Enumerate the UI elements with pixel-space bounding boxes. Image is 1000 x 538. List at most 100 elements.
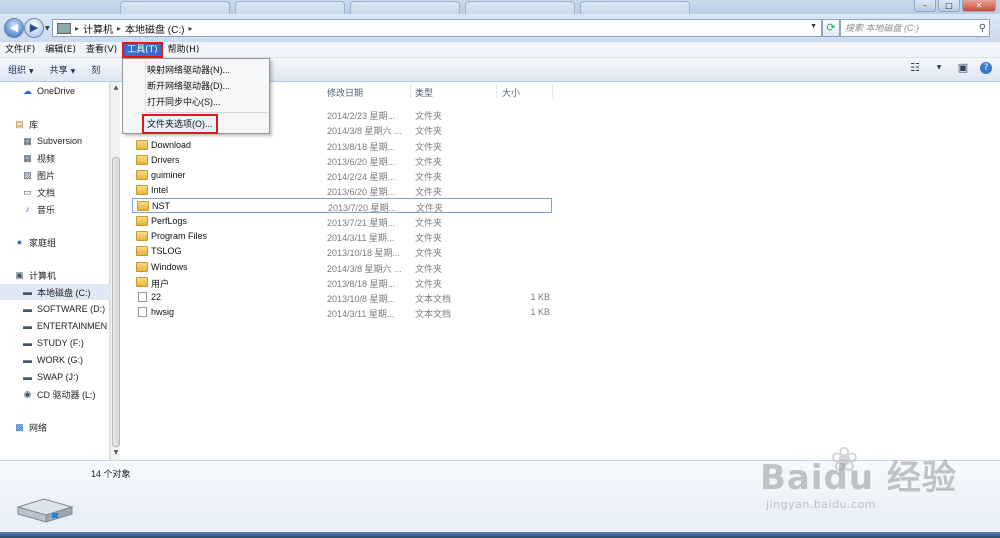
share-button[interactable]: 共享 ▼ bbox=[42, 63, 84, 76]
nav-item-label: Subversion bbox=[37, 136, 83, 146]
browser-tab[interactable] bbox=[580, 1, 690, 14]
address-history-chevron-icon[interactable]: ▼ bbox=[810, 23, 817, 30]
nav-item-label: STUDY (F:) bbox=[37, 338, 84, 348]
table-row[interactable]: 22 2013/10/8 星期... 文本文档 1 KB bbox=[132, 290, 552, 305]
column-divider[interactable] bbox=[410, 84, 411, 98]
nav-item-computer[interactable]: ▣ 计算机 bbox=[14, 267, 110, 283]
document-icon: ▭ bbox=[23, 187, 32, 197]
preview-pane-icon[interactable]: ▣ bbox=[956, 62, 970, 74]
nav-item-label: 文档 bbox=[37, 187, 56, 198]
nav-scrollbar[interactable]: ▲ ▼ bbox=[110, 82, 120, 460]
breadcrumb-separator-icon[interactable]: ▸ bbox=[75, 24, 79, 33]
menu-item-folder-options[interactable]: 文件夹选项(O)... bbox=[142, 114, 218, 134]
nav-item-network[interactable]: ▩ 网络 bbox=[14, 419, 110, 435]
column-divider[interactable] bbox=[552, 84, 553, 98]
minimize-button[interactable]: – bbox=[914, 0, 936, 12]
cloud-icon: ☁ bbox=[23, 86, 32, 96]
library-icon: ▤ bbox=[15, 119, 24, 129]
file-name: TSLOG bbox=[151, 246, 182, 256]
drive-icon: ▬ bbox=[23, 338, 32, 348]
column-header-size[interactable]: 大小 bbox=[502, 86, 520, 99]
file-date: 2013/10/18 星期... bbox=[327, 248, 401, 258]
help-icon[interactable]: ? bbox=[980, 62, 992, 74]
scroll-up-icon[interactable]: ▲ bbox=[112, 84, 120, 92]
taskbar bbox=[0, 532, 1000, 538]
drive-icon: ▬ bbox=[23, 355, 32, 365]
table-row[interactable]: hwsig 2014/3/11 星期... 文本文档 1 KB bbox=[132, 305, 552, 320]
table-row[interactable]: Drivers 2013/6/20 星期... 文件夹 bbox=[132, 153, 552, 168]
menu-item-map-network-drive[interactable]: 映射网络驱动器(N)... bbox=[147, 62, 230, 78]
view-options-chevron-icon[interactable]: ▼ bbox=[932, 62, 946, 74]
nav-item-drive-e[interactable]: ▬ ENTERTAINMEN bbox=[22, 318, 110, 334]
menu-file[interactable]: 文件(F) bbox=[0, 42, 40, 58]
folder-icon bbox=[136, 140, 148, 150]
refresh-button[interactable]: ⟳ bbox=[822, 19, 840, 37]
table-row[interactable]: PerfLogs 2013/7/21 星期... 文件夹 bbox=[132, 214, 552, 229]
table-row[interactable]: Program Files 2014/3/11 星期... 文件夹 bbox=[132, 229, 552, 244]
file-type: 文件夹 bbox=[415, 111, 443, 121]
nav-item-drive-c[interactable]: ▬ 本地磁盘 (C:) bbox=[0, 284, 110, 300]
menu-item-disconnect-network-drive[interactable]: 断开网络驱动器(D)... bbox=[147, 78, 230, 94]
nav-item-label: SOFTWARE (D:) bbox=[37, 304, 106, 314]
music-icon: ♪ bbox=[25, 204, 30, 214]
nav-item-libraries[interactable]: ▤ 库 bbox=[14, 116, 110, 132]
back-button[interactable]: ◀ bbox=[4, 18, 24, 38]
organize-button[interactable]: 组织 ▼ bbox=[0, 63, 42, 76]
details-pane: 14 个对象 bbox=[0, 460, 1000, 532]
close-button[interactable]: ✕ bbox=[962, 0, 996, 12]
nav-item-pictures[interactable]: ▨ 图片 bbox=[22, 167, 110, 183]
browser-tab[interactable] bbox=[350, 1, 460, 14]
nav-item-documents[interactable]: ▭ 文档 bbox=[22, 184, 110, 200]
nav-item-label: WORK (G:) bbox=[37, 355, 83, 365]
nav-item-videos[interactable]: ▦ 视频 bbox=[22, 150, 110, 166]
browser-tab-strip: – □ ✕ bbox=[0, 0, 1000, 14]
maximize-button[interactable]: □ bbox=[938, 0, 960, 12]
browser-tab[interactable] bbox=[465, 1, 575, 14]
menu-item-open-sync-center[interactable]: 打开同步中心(S)... bbox=[147, 94, 221, 110]
search-input[interactable]: 搜索 本地磁盘 (C:) ⚲ bbox=[840, 19, 990, 37]
folder-icon bbox=[136, 262, 148, 272]
breadcrumb-separator-icon[interactable]: ▸ bbox=[117, 24, 121, 33]
menu-view[interactable]: 查看(V) bbox=[81, 42, 122, 58]
column-divider[interactable] bbox=[496, 84, 497, 98]
nav-item-drive-f[interactable]: ▬ STUDY (F:) bbox=[22, 335, 110, 351]
nav-item-drive-l[interactable]: ◉ CD 驱动器 (L:) bbox=[22, 386, 110, 402]
change-view-icon[interactable]: ☷ bbox=[908, 62, 922, 74]
nav-item-music[interactable]: ♪ 音乐 bbox=[22, 201, 110, 217]
table-row[interactable]: Download 2013/8/18 星期... 文件夹 bbox=[132, 138, 552, 153]
scroll-down-icon[interactable]: ▼ bbox=[112, 449, 120, 457]
search-icon[interactable]: ⚲ bbox=[979, 21, 986, 37]
folder-icon bbox=[136, 246, 148, 256]
breadcrumb-separator-icon[interactable]: ▸ bbox=[188, 24, 192, 33]
computer-icon bbox=[57, 22, 71, 34]
table-row[interactable]: TSLOG 2013/10/18 星期... 文件夹 bbox=[132, 244, 552, 259]
table-row[interactable]: Windows 2014/3/8 星期六 ... 文件夹 bbox=[132, 260, 552, 275]
burn-button[interactable]: 刻 bbox=[83, 63, 108, 76]
recent-pages-chevron-icon[interactable]: ▼ bbox=[45, 25, 50, 32]
nav-item-onedrive[interactable]: ☁ OneDrive bbox=[22, 83, 110, 99]
burn-label: 刻 bbox=[91, 66, 101, 76]
table-row[interactable]: NST 2013/7/20 星期... 文件夹 bbox=[132, 198, 552, 213]
column-header-type[interactable]: 类型 bbox=[415, 86, 433, 99]
menu-edit[interactable]: 编辑(E) bbox=[40, 42, 81, 58]
menu-help[interactable]: 帮助(H) bbox=[163, 42, 205, 58]
breadcrumb-drive-c[interactable]: 本地磁盘 (C:) bbox=[125, 21, 184, 36]
menu-tools[interactable]: 工具(T) bbox=[122, 41, 163, 58]
forward-button[interactable]: ▶ bbox=[24, 18, 44, 38]
nav-item-subversion[interactable]: ▦ Subversion bbox=[22, 133, 110, 149]
nav-item-drive-g[interactable]: ▬ WORK (G:) bbox=[22, 352, 110, 368]
breadcrumb[interactable]: ▸ 计算机 ▸ 本地磁盘 (C:) ▸ ▼ bbox=[52, 19, 822, 37]
nav-item-drive-d[interactable]: ▬ SOFTWARE (D:) bbox=[22, 301, 110, 317]
browser-tab[interactable] bbox=[120, 1, 230, 14]
breadcrumb-computer[interactable]: 计算机 bbox=[83, 21, 113, 36]
table-row[interactable]: 用户 2013/8/18 星期... 文件夹 bbox=[132, 275, 552, 290]
scrollbar-thumb[interactable] bbox=[112, 157, 120, 447]
column-header-date[interactable]: 修改日期 bbox=[327, 86, 363, 99]
nav-item-homegroup[interactable]: ● 家庭组 bbox=[14, 234, 110, 250]
file-name: Drivers bbox=[151, 155, 180, 165]
table-row[interactable]: Intel 2013/6/20 星期... 文件夹 bbox=[132, 183, 552, 198]
nav-item-drive-j[interactable]: ▬ SWAP (J:) bbox=[22, 369, 110, 385]
table-row[interactable]: guiminer 2014/2/24 星期... 文件夹 bbox=[132, 168, 552, 183]
browser-tab[interactable] bbox=[235, 1, 345, 14]
file-size: 1 KB bbox=[530, 292, 550, 302]
